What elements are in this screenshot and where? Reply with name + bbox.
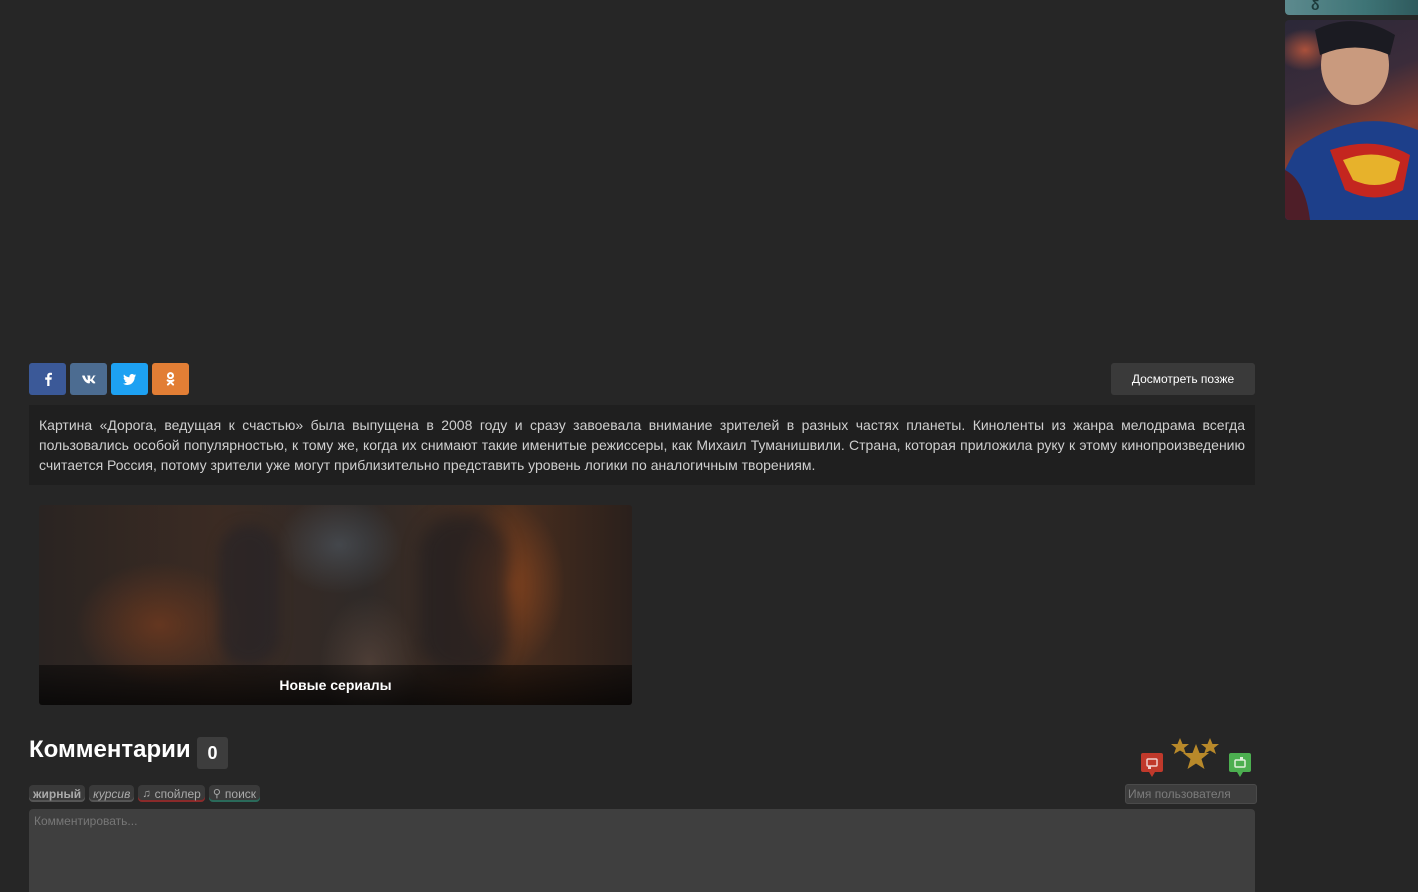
vk-icon (81, 375, 96, 383)
rate-up-button[interactable] (1228, 752, 1252, 778)
poster-image (219, 525, 279, 665)
sidebar-thumbnail-top[interactable]: δ (1285, 0, 1418, 15)
comment-textarea[interactable] (29, 809, 1255, 892)
star-icon (1171, 738, 1219, 769)
comments-count-badge: 0 (197, 737, 228, 769)
comment-format-toolbar: жирный курсив ♫ спойлер ⚲ поиск (29, 785, 261, 802)
share-odnoklassniki-button[interactable] (152, 363, 189, 395)
share-twitter-button[interactable] (111, 363, 148, 395)
film-description: Картина «Дорога, ведущая к счастью» была… (29, 405, 1255, 485)
video-player-area[interactable] (29, 0, 1255, 350)
share-vk-button[interactable] (70, 363, 107, 395)
format-search-label: поиск (224, 786, 257, 801)
poster-image (1285, 21, 1418, 220)
odnoklassniki-icon (166, 372, 175, 386)
format-spoiler-button[interactable]: ♫ спойлер (138, 785, 205, 802)
related-card-caption-bar: Новые сериалы (39, 665, 632, 705)
thumbs-down-icon (1141, 753, 1163, 777)
watch-later-button[interactable]: Досмотреть позже (1111, 363, 1255, 395)
format-spoiler-label: спойлер (154, 786, 201, 801)
comments-title: Комментарии (29, 736, 191, 763)
rate-down-button[interactable] (1140, 752, 1164, 778)
sidebar-thumbnail-superman[interactable] (1285, 20, 1418, 220)
format-bold-button[interactable]: жирный (29, 785, 86, 802)
format-search-button[interactable]: ⚲ поиск (208, 785, 261, 802)
related-card-caption: Новые сериалы (279, 677, 392, 693)
share-bar (29, 363, 189, 395)
thumbnail-logo-fragment: δ (1311, 0, 1320, 13)
related-card-new-series[interactable]: Новые сериалы (39, 505, 632, 705)
share-facebook-button[interactable] (29, 363, 66, 395)
format-italic-button[interactable]: курсив (89, 785, 135, 802)
thumbs-up-icon (1229, 753, 1251, 777)
rating-stars[interactable] (1170, 736, 1222, 776)
username-input[interactable] (1125, 784, 1257, 804)
spoiler-icon: ♫ (142, 787, 151, 800)
facebook-icon (44, 372, 52, 386)
poster-image-detail (419, 515, 509, 675)
search-icon: ⚲ (212, 788, 221, 800)
twitter-icon (123, 373, 136, 385)
